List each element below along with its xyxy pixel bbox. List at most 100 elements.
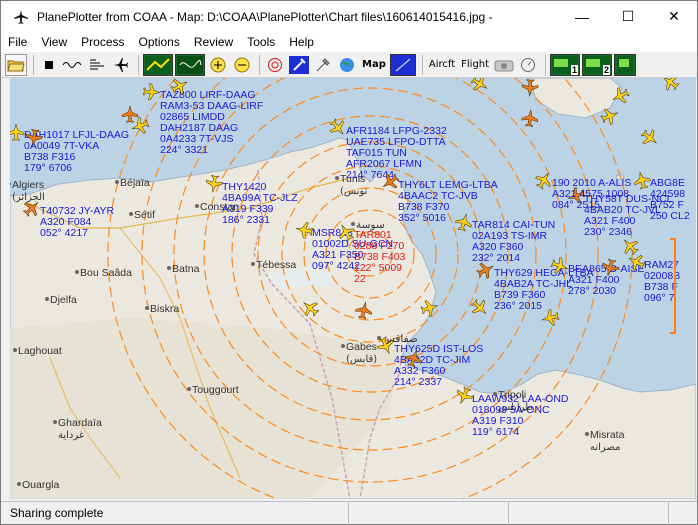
left-strip: [1, 78, 10, 499]
aircraft-label-line: 084° 2515: [552, 199, 600, 211]
toolbar-separator: [421, 54, 423, 75]
window-title: PlanePlotter from COAA - Map: D:\COAA\Pl…: [37, 9, 493, 24]
target-icon[interactable]: [264, 54, 286, 76]
aircraft-label-line: 186° 2331: [222, 214, 270, 226]
status-pane: [349, 501, 509, 525]
close-button[interactable]: ✕: [651, 1, 697, 32]
place-label: Gabes: [346, 341, 377, 353]
flight-button[interactable]: Flight: [459, 54, 491, 76]
place-label: Touggourt: [192, 384, 239, 396]
range-bracket-top: [670, 238, 676, 240]
city-dot: [145, 306, 149, 310]
screen-3-button[interactable]: [614, 53, 637, 76]
zoom-out-icon[interactable]: [231, 54, 253, 76]
menu-process[interactable]: Process: [74, 32, 131, 52]
map-view-button[interactable]: [143, 53, 173, 76]
toolbar-separator: [33, 54, 34, 75]
plane-app-icon: [11, 7, 31, 27]
screen-1-button[interactable]: 1: [550, 53, 581, 76]
map-canvas: Algiers(الجزائرBéjaïaSétifConstanBatna Té…: [10, 78, 696, 499]
place-label: Tébessa: [256, 259, 296, 271]
menu-file[interactable]: File: [1, 32, 34, 52]
zoom-in-icon[interactable]: [207, 54, 229, 76]
wrench-blue-icon[interactable]: [288, 54, 310, 76]
city-dot: [45, 297, 49, 301]
plane-button[interactable]: [110, 54, 132, 76]
city-dot: [251, 262, 255, 266]
city-dot: [75, 270, 79, 274]
toolbar-separator: [138, 54, 139, 75]
place-label-ar: غرداية: [58, 430, 84, 441]
place-label: Algiers: [12, 179, 44, 191]
minimize-button[interactable]: —: [559, 1, 605, 32]
place-label: Sétif: [134, 209, 155, 221]
aircraft-label-line: 052° 4217: [40, 227, 88, 239]
aircraft-label-line: 179° 6706: [24, 162, 72, 174]
aircraft-label-line: 096° 7: [644, 292, 675, 304]
place-label: Misrata: [590, 429, 625, 441]
gauge-icon[interactable]: [517, 54, 539, 76]
range-bracket-bottom: [670, 332, 676, 334]
city-dot: [335, 176, 339, 180]
status-text: Sharing complete: [1, 501, 349, 525]
aircraft-label-line: 250 CL2: [650, 210, 690, 222]
status-pane: [509, 501, 669, 525]
path-view-button[interactable]: [175, 53, 205, 76]
city-dot: [187, 387, 191, 391]
menu-help[interactable]: Help: [282, 32, 321, 52]
city-dot: [341, 344, 345, 348]
camera-icon[interactable]: [493, 54, 515, 76]
city-dot: [167, 266, 171, 270]
city-dot: [13, 348, 17, 352]
globe-icon[interactable]: [336, 54, 358, 76]
screen-2-badge: 2: [603, 64, 611, 75]
aircraft-label-line: 278° 2030: [568, 285, 616, 297]
menu-review[interactable]: Review: [187, 32, 240, 52]
city-dot: [115, 180, 119, 184]
place-label: Biskra: [150, 303, 179, 315]
place-label: Djelfa: [50, 294, 77, 306]
aircraft-label-line: 224° 3321: [160, 144, 208, 156]
place-label: Béjaïa: [120, 177, 150, 189]
aircraft-label-line: 119° 6174: [472, 426, 519, 438]
maximize-button[interactable]: ☐: [605, 1, 651, 32]
place-label: Bou Saâda: [80, 267, 132, 279]
toolbar: Map Aircft Flight 1 2: [1, 52, 697, 78]
city-dot: [351, 222, 355, 226]
aircraft-button[interactable]: Aircft: [427, 54, 457, 76]
aircraft-label[interactable]: ABG8E424598B752 F250 CL2: [650, 177, 690, 222]
list-button[interactable]: [86, 54, 108, 76]
city-dot: [195, 204, 199, 208]
aircraft-label-line: 236° 2015: [494, 300, 542, 312]
menu-options[interactable]: Options: [132, 32, 187, 52]
place-label: Ghardaïa: [58, 417, 102, 429]
aircraft-label-line: 352° 5016: [398, 212, 446, 224]
aircraft-label-line: 232° 2014: [472, 252, 520, 264]
menu-tools[interactable]: Tools: [240, 32, 282, 52]
radar-button[interactable]: [389, 53, 416, 76]
place-label: Ouargla: [22, 479, 60, 491]
stop-button[interactable]: [38, 54, 60, 76]
tools-icon[interactable]: [312, 54, 334, 76]
toolbar-separator: [545, 54, 547, 75]
map-label-button[interactable]: Map: [360, 54, 388, 76]
city-dot: [585, 432, 589, 436]
place-label: Batna: [172, 263, 200, 275]
map-view[interactable]: Algiers (الجزائر Béjaïa Sétif Constan Batna Té…: [10, 78, 696, 499]
aircraft-label-line: 230° 2346: [584, 226, 632, 238]
place-label-ar: مصراته: [590, 442, 620, 453]
waveform-button[interactable]: [62, 54, 84, 76]
menu-view[interactable]: View: [34, 32, 74, 52]
place-label: Laghouat: [18, 345, 62, 357]
toolbar-separator: [259, 54, 260, 75]
aircraft-label-line: 097° 4242: [312, 260, 360, 272]
screen-2-button[interactable]: 2: [582, 53, 613, 76]
range-bracket: [674, 238, 676, 334]
title-bar: PlanePlotter from COAA - Map: D:\COAA\Pl…: [1, 1, 697, 32]
aircraft-label-line: 22: [354, 273, 366, 285]
open-folder-button[interactable]: [5, 53, 27, 76]
aircraft-label-line: 214° 2337: [394, 376, 442, 388]
city-dot: [129, 212, 133, 216]
place-label-ar: (الجزائر: [12, 192, 45, 203]
app-window: PlanePlotter from COAA - Map: D:\COAA\Pl…: [0, 0, 698, 525]
